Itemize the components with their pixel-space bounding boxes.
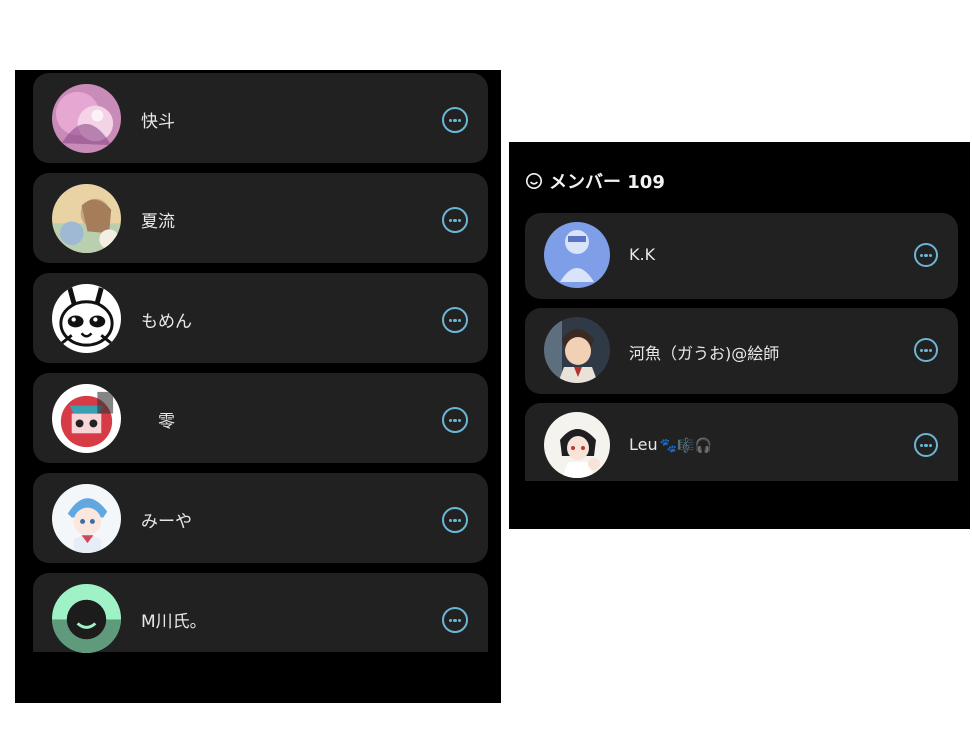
more-options-icon[interactable] bbox=[914, 433, 938, 457]
member-row[interactable]: M川氏。 bbox=[33, 573, 488, 653]
member-name: K.K bbox=[629, 245, 656, 264]
avatar[interactable] bbox=[52, 584, 121, 653]
member-name: 夏流 bbox=[141, 212, 175, 232]
member-name: 河魚（ガうお)@絵師 bbox=[629, 344, 780, 363]
avatar[interactable] bbox=[52, 84, 121, 153]
more-options-icon[interactable] bbox=[442, 207, 468, 233]
avatar[interactable] bbox=[52, 484, 121, 553]
member-row[interactable]: 夏流 bbox=[33, 173, 488, 263]
member-name: M川氏。 bbox=[141, 612, 207, 632]
member-list-panel-right: メンバー 109 K.K 河魚（ガうお)@絵師 Leu 🐾🎼🎧 bbox=[509, 142, 970, 529]
more-options-icon[interactable] bbox=[442, 607, 468, 633]
more-options-icon[interactable] bbox=[914, 243, 938, 267]
member-list-panel-left: 快斗 夏流 もめん 零 みーや M川氏。 bbox=[15, 70, 501, 703]
more-options-icon[interactable] bbox=[914, 338, 938, 362]
member-row[interactable]: K.K bbox=[525, 213, 958, 299]
more-options-icon[interactable] bbox=[442, 407, 468, 433]
member-row[interactable]: 河魚（ガうお)@絵師 bbox=[525, 308, 958, 394]
member-row[interactable]: みーや bbox=[33, 473, 488, 563]
avatar[interactable] bbox=[544, 222, 610, 288]
avatar[interactable] bbox=[52, 284, 121, 353]
member-row[interactable]: 快斗 bbox=[33, 73, 488, 163]
avatar[interactable] bbox=[544, 412, 610, 478]
member-name: 零 bbox=[141, 412, 175, 432]
member-row[interactable]: もめん bbox=[33, 273, 488, 363]
member-name: Leu 🐾🎼🎧 bbox=[629, 435, 712, 454]
more-options-icon[interactable] bbox=[442, 107, 468, 133]
member-count-header: メンバー 109 bbox=[525, 168, 665, 194]
avatar[interactable] bbox=[52, 384, 121, 453]
member-name: 快斗 bbox=[141, 112, 175, 132]
member-row[interactable]: 零 bbox=[33, 373, 488, 463]
member-name: みーや bbox=[141, 512, 192, 532]
member-row[interactable]: Leu 🐾🎼🎧 bbox=[525, 403, 958, 481]
avatar[interactable] bbox=[544, 317, 610, 383]
member-name-emoji: 🐾🎼🎧 bbox=[659, 438, 712, 454]
more-options-icon[interactable] bbox=[442, 507, 468, 533]
member-name: もめん bbox=[141, 312, 192, 332]
smile-icon bbox=[525, 172, 543, 190]
more-options-icon[interactable] bbox=[442, 307, 468, 333]
member-name-text: Leu bbox=[629, 435, 658, 454]
member-count-title: メンバー 109 bbox=[549, 172, 665, 193]
avatar[interactable] bbox=[52, 184, 121, 253]
